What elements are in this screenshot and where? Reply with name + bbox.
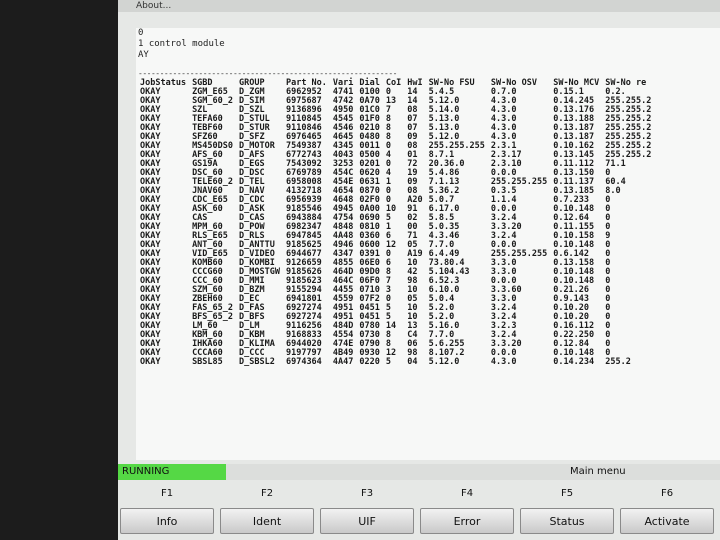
table-cell: 0	[605, 276, 611, 286]
fkey-f1: F1 Info	[118, 486, 216, 540]
table-cell: 0.14.234	[553, 357, 595, 367]
diagnostic-screen: About... 0 1 control module AY ---------…	[118, 0, 720, 540]
table-row: OKAY SBSL85 D_SBSL2 6974364 4A47 0220 5 04 5.12.…	[140, 358, 657, 367]
info-button[interactable]: Info	[120, 508, 214, 534]
table-cell: 6974364	[285, 357, 322, 367]
table-cell: 0	[605, 294, 611, 304]
table-cell: 0	[605, 195, 611, 205]
ident-output: 0 1 control module AY ------------------…	[136, 28, 720, 460]
menu-title: Main menu	[570, 466, 626, 477]
table-cell: 0	[605, 285, 611, 295]
fkey-f4: F4 Error	[418, 486, 516, 540]
table-cell: 0220	[359, 357, 380, 367]
table-cell: SBSL85	[192, 357, 223, 367]
header-line-3: AY	[138, 50, 149, 60]
table-cell: 4.3.0	[490, 357, 517, 367]
running-status: RUNNING	[118, 464, 226, 480]
activate-button[interactable]: Activate	[620, 508, 714, 534]
header-line-2: 1 control module	[138, 39, 225, 49]
ident-button[interactable]: Ident	[220, 508, 314, 534]
fkey-f6: F6 Activate	[618, 486, 716, 540]
table-cell: 8.0	[605, 186, 621, 196]
table-cell: 0	[605, 213, 611, 223]
table-cell: 0	[605, 222, 611, 232]
fkey-f2: F2 Ident	[218, 486, 316, 540]
table-cell: 0	[605, 267, 611, 277]
table-cell: OKAY	[140, 357, 161, 367]
table-cell: 0	[605, 339, 611, 349]
error-button[interactable]: Error	[420, 508, 514, 534]
table-cell: 4A47	[332, 357, 354, 367]
fkey-number: F5	[560, 488, 574, 499]
uif-button[interactable]: UIF	[320, 508, 414, 534]
fkey-number: F4	[460, 488, 474, 499]
table-cell: 0	[605, 330, 611, 340]
table-cell: 0	[605, 312, 611, 322]
ecu-table: JobStatus SGBD GROUP Part No. Vari Dial CoI HwI…	[140, 79, 657, 367]
fkey-f3: F3 UIF	[318, 486, 416, 540]
table-cell: 0	[605, 249, 611, 259]
header-line-1: 0	[138, 28, 144, 38]
table-cell: 0	[605, 258, 611, 268]
table-cell: 5	[385, 357, 392, 367]
status-button[interactable]: Status	[520, 508, 614, 534]
fkey-number: F1	[160, 488, 174, 499]
fkey-number: F2	[260, 488, 274, 499]
table-cell: 0	[605, 204, 611, 214]
table-cell: 9	[605, 231, 611, 241]
table-body: OKAY ZGM_E65 D_ZGM 6962952 4741 0100 0 14 5.4.5 0…	[140, 88, 657, 367]
table-cell: 0	[605, 240, 611, 250]
table-cell: D_SBSL2	[239, 357, 275, 367]
about-menu[interactable]: About...	[136, 1, 171, 11]
table-cell: 0	[605, 303, 611, 313]
table-cell: 04	[407, 357, 418, 367]
table-cell: 71.1	[605, 159, 626, 169]
table-cell: 255.2	[605, 357, 631, 367]
menu-bar: About...	[118, 0, 720, 12]
table-cell: 5.12.0	[428, 357, 460, 367]
fkey-number: F3	[360, 488, 374, 499]
fkey-f5: F5 Status	[518, 486, 616, 540]
fkey-number: F6	[660, 488, 674, 499]
function-key-bar: F1 Info F2 Ident F3 UIF F4 Error F5 Stat…	[118, 486, 720, 540]
table-cell: 0	[605, 321, 611, 331]
